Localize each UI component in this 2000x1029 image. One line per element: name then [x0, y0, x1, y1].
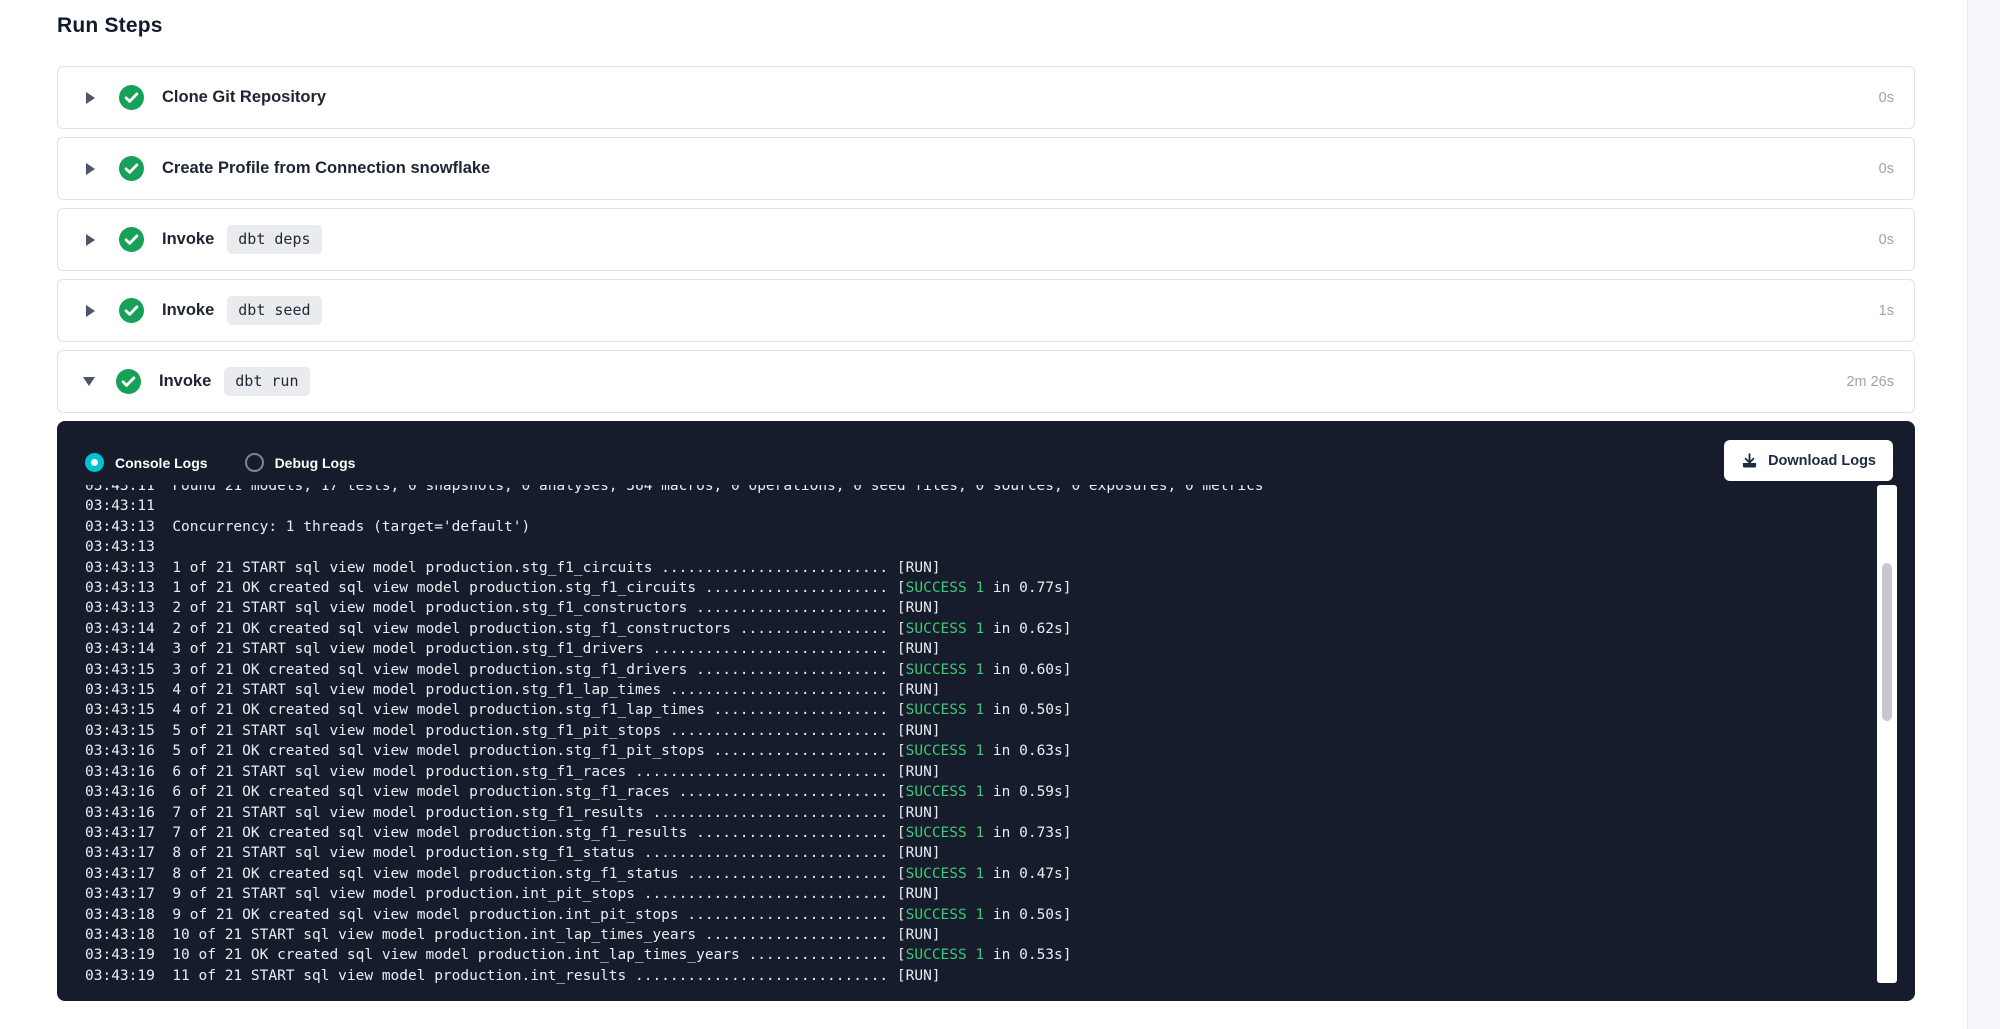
- success-check-icon: [116, 369, 141, 394]
- page-right-gutter: [1967, 0, 2000, 1029]
- step-command-badge: dbt deps: [227, 225, 321, 254]
- log-scrollbar-track[interactable]: [1877, 485, 1897, 983]
- log-line: 03:43:15 4 of 21 START sql view model pr…: [85, 680, 1817, 700]
- log-line: 03:43:17 9 of 21 START sql view model pr…: [85, 884, 1817, 904]
- step-label: Create Profile from Connection snowflake: [162, 159, 490, 178]
- log-line: 03:43:13 Concurrency: 1 threads (target=…: [85, 517, 1817, 537]
- log-line: 03:43:19 11 of 21 START sql view model p…: [85, 966, 1817, 986]
- log-line: 03:43:15 3 of 21 OK created sql view mod…: [85, 660, 1817, 680]
- run-steps-section: Run Steps Clone Git Repository 0s Create…: [57, 0, 1915, 1001]
- run-step-row[interactable]: Invoke dbt seed 1s: [57, 279, 1915, 342]
- step-label: Invoke: [162, 301, 214, 320]
- run-step-row[interactable]: Invoke dbt run 2m 26s: [57, 350, 1915, 413]
- step-label: Clone Git Repository: [162, 88, 326, 107]
- log-line: 03:43:13 1 of 21 OK created sql view mod…: [85, 578, 1817, 598]
- step-duration: 0s: [1879, 232, 1894, 248]
- log-line: 03:43:17 8 of 21 OK created sql view mod…: [85, 864, 1817, 884]
- log-line: 03:43:16 6 of 21 OK created sql view mod…: [85, 782, 1817, 802]
- step-command-badge: dbt run: [224, 367, 309, 396]
- log-line: 03:43:17 7 of 21 OK created sql view mod…: [85, 823, 1817, 843]
- step-label: Invoke: [162, 230, 214, 249]
- download-logs-button[interactable]: Download Logs: [1724, 440, 1893, 481]
- success-check-icon: [119, 298, 144, 323]
- log-line: 03:43:15 4 of 21 OK created sql view mod…: [85, 700, 1817, 720]
- log-line: 03:43:16 6 of 21 START sql view model pr…: [85, 762, 1817, 782]
- log-line: 03:43:19 10 of 21 OK created sql view mo…: [85, 945, 1817, 965]
- chevron-icon[interactable]: [86, 92, 95, 104]
- step-command-badge: dbt seed: [227, 296, 321, 325]
- chevron-icon[interactable]: [86, 305, 95, 317]
- log-line: 03:43:11 Found 21 models, 17 tests, 0 sn…: [85, 485, 1817, 496]
- console-logs-radio[interactable]: Console Logs: [85, 453, 208, 472]
- log-panel-header: Console Logs Debug Logs Download Logs: [57, 421, 1915, 472]
- run-step-row[interactable]: Create Profile from Connection snowflake…: [57, 137, 1915, 200]
- run-step-row[interactable]: Invoke dbt deps 0s: [57, 208, 1915, 271]
- log-line: 03:43:17 8 of 21 START sql view model pr…: [85, 843, 1817, 863]
- download-icon: [1741, 452, 1758, 469]
- log-line: 03:43:18 10 of 21 START sql view model p…: [85, 925, 1817, 945]
- step-duration: 0s: [1879, 161, 1894, 177]
- radio-selected-icon[interactable]: [85, 453, 104, 472]
- log-panel: Console Logs Debug Logs Download Logs 03…: [57, 421, 1915, 1001]
- log-line: 03:43:13 2 of 21 START sql view model pr…: [85, 598, 1817, 618]
- run-step-row[interactable]: Clone Git Repository 0s: [57, 66, 1915, 129]
- log-line: 03:43:16 5 of 21 OK created sql view mod…: [85, 741, 1817, 761]
- log-line: 03:43:15 5 of 21 START sql view model pr…: [85, 721, 1817, 741]
- page-title: Run Steps: [57, 14, 1915, 38]
- step-duration: 1s: [1879, 303, 1894, 319]
- run-steps-list: Clone Git Repository 0s Create Profile f…: [57, 66, 1915, 413]
- download-logs-label: Download Logs: [1768, 453, 1876, 469]
- log-line: 03:43:14 2 of 21 OK created sql view mod…: [85, 619, 1817, 639]
- chevron-icon[interactable]: [86, 163, 95, 175]
- success-check-icon: [119, 156, 144, 181]
- chevron-icon[interactable]: [86, 234, 95, 246]
- success-check-icon: [119, 85, 144, 110]
- log-scrollbar-thumb[interactable]: [1882, 563, 1892, 721]
- console-log-output[interactable]: 03:43:11 Found 21 models, 17 tests, 0 sn…: [57, 485, 1817, 993]
- step-duration: 2m 26s: [1846, 374, 1894, 390]
- log-line: 03:43:14 3 of 21 START sql view model pr…: [85, 639, 1817, 659]
- console-logs-label: Console Logs: [115, 455, 208, 471]
- debug-logs-label: Debug Logs: [275, 455, 356, 471]
- radio-unselected-icon[interactable]: [245, 453, 264, 472]
- debug-logs-radio[interactable]: Debug Logs: [245, 453, 356, 472]
- log-line: 03:43:11: [85, 496, 1817, 516]
- step-label: Invoke: [159, 372, 211, 391]
- log-line: 03:43:13: [85, 537, 1817, 557]
- log-line: 03:43:13 1 of 21 START sql view model pr…: [85, 558, 1817, 578]
- chevron-icon[interactable]: [83, 377, 95, 386]
- log-line: 03:43:16 7 of 21 START sql view model pr…: [85, 803, 1817, 823]
- log-line: 03:43:18 9 of 21 OK created sql view mod…: [85, 905, 1817, 925]
- success-check-icon: [119, 227, 144, 252]
- step-duration: 0s: [1879, 90, 1894, 106]
